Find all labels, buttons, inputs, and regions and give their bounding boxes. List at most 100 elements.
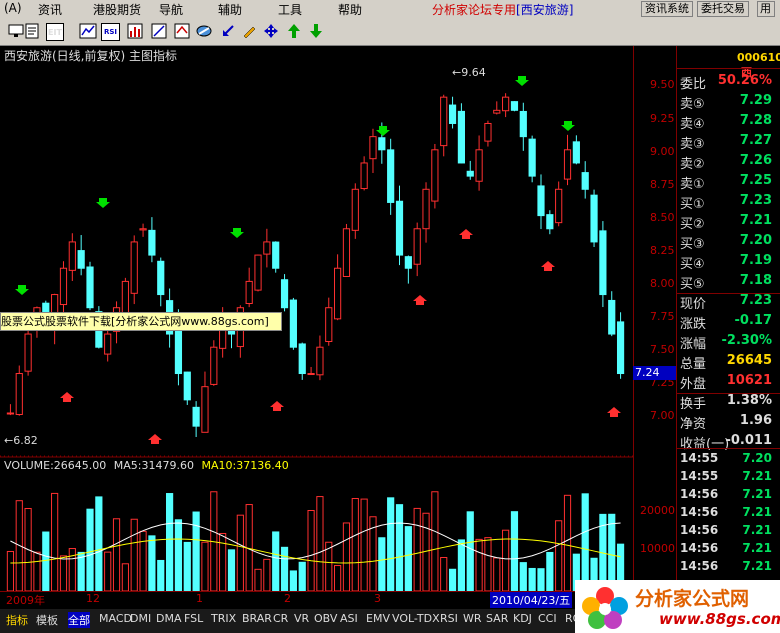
quote-value: 7.28	[739, 113, 772, 128]
current-price-marker: 7.24	[633, 366, 677, 380]
down-arrow-icon[interactable]	[306, 21, 326, 41]
move-icon[interactable]	[261, 21, 281, 41]
tick-time: 14:56	[680, 487, 719, 501]
tab-kdj[interactable]: KDJ	[513, 612, 532, 625]
quote-value: 7.26	[739, 153, 772, 168]
f10-icon[interactable]	[22, 21, 42, 41]
tab-指标[interactable]: 指标	[6, 612, 28, 628]
candle-body	[325, 307, 333, 342]
kline-icon[interactable]	[78, 21, 98, 41]
overflow-button[interactable]: 用	[757, 1, 775, 17]
export-icon[interactable]	[194, 21, 214, 41]
candle-body	[448, 104, 457, 124]
price-tick-label: 8.75	[650, 178, 675, 191]
candle-body	[608, 299, 616, 335]
quote-key: 净资	[680, 417, 707, 432]
down-left-icon[interactable]	[218, 21, 238, 41]
tab-rsi[interactable]: RSI	[440, 612, 458, 625]
tab-wr[interactable]: WR	[463, 612, 482, 625]
menu-item-a[interactable]: (A)	[4, 1, 22, 15]
candle-body	[272, 241, 280, 269]
tab-sar[interactable]: SAR	[486, 612, 508, 625]
quote-key: 买④	[680, 257, 705, 272]
quote-row: 卖⑤ 7.29	[680, 93, 776, 112]
tick-time: 14:56	[680, 559, 719, 573]
tab-macd[interactable]: MACD	[99, 612, 132, 625]
tick-time: 14:56	[680, 505, 719, 519]
volume-bar	[121, 563, 129, 592]
up-arrow-icon[interactable]	[284, 21, 304, 41]
quote-key: 卖⑤	[680, 97, 705, 112]
quote-row: 卖③ 7.27	[680, 133, 776, 152]
info-system-button[interactable]: 资讯系统	[641, 1, 693, 17]
quote-value: 10621	[726, 373, 772, 388]
tab-trix[interactable]: TRIX	[211, 612, 236, 625]
price-tick-label: 7.00	[650, 409, 675, 422]
tab-obv[interactable]: OBV	[314, 612, 337, 625]
quote-value: 7.21	[739, 213, 772, 228]
quote-key: 卖③	[680, 137, 705, 152]
candle-body	[378, 137, 386, 151]
menu-item-help[interactable]: 帮助	[338, 1, 362, 18]
sell-signal-arrow-icon	[515, 76, 529, 86]
tab-fsl[interactable]: FSL	[184, 612, 203, 625]
quote-key: 买①	[680, 197, 705, 212]
divider	[676, 393, 780, 394]
eit-icon[interactable]: EIT	[46, 23, 64, 41]
rsi-icon[interactable]: RSI	[101, 23, 120, 41]
quote-key: 卖①	[680, 177, 705, 192]
volume-bar	[6, 550, 15, 592]
tab-cr[interactable]: CR	[273, 612, 288, 625]
volume-bar	[148, 535, 156, 592]
volume-bar	[510, 511, 519, 592]
date-label: 3	[374, 592, 381, 605]
menu-item-hk-futures[interactable]: 港股期货	[93, 1, 141, 18]
volume-bar	[42, 531, 50, 592]
menu-item-tools[interactable]: 工具	[278, 1, 302, 18]
tab-vol-tdx[interactable]: VOL-TDX	[392, 612, 440, 625]
tab-dma[interactable]: DMA	[156, 612, 182, 625]
tab-dmi[interactable]: DMI	[130, 612, 151, 625]
tab-全部[interactable]: 全部	[68, 612, 90, 628]
quote-row: 涨幅 -2.30%	[680, 333, 776, 352]
candle-body	[395, 200, 404, 256]
scale-icon[interactable]	[149, 21, 169, 41]
volume-bar	[51, 492, 59, 592]
candle-body	[563, 149, 572, 180]
candle-body	[15, 373, 23, 415]
menu-item-navigate[interactable]: 导航	[159, 1, 183, 18]
quote-value: 7.23	[739, 293, 772, 308]
tick-row: 14:55 7.20	[680, 451, 776, 468]
toolbar: EIT RSI	[0, 17, 780, 46]
mirror-icon[interactable]	[172, 21, 192, 41]
pencil-icon[interactable]	[239, 21, 259, 41]
sell-signal-arrow-icon	[15, 285, 29, 295]
quote-key: 买⑤	[680, 277, 705, 292]
menu-item-news[interactable]: 资讯	[38, 1, 62, 18]
tab-brar[interactable]: BRAR	[242, 612, 272, 625]
trade-button[interactable]: 委托交易	[697, 1, 749, 17]
volume-bar	[546, 551, 554, 592]
tab-vr[interactable]: VR	[294, 612, 309, 625]
bar-icon[interactable]	[125, 21, 145, 41]
tab-asi[interactable]: ASI	[340, 612, 358, 625]
tab-cci[interactable]: CCI	[538, 612, 557, 625]
menu-item-assist[interactable]: 辅助	[218, 1, 242, 18]
ad-banner[interactable]: 股票公式股票软件下载[分析家公式网www.88gs.com]	[0, 312, 282, 331]
ma5-label: MA5:31479.60	[113, 459, 194, 472]
quote-key: 买②	[680, 217, 705, 232]
tick-price: 7.21	[742, 469, 772, 483]
quote-value: -0.17	[734, 313, 772, 328]
tick-row: 14:56 7.21	[680, 541, 776, 558]
candle-body	[77, 250, 85, 269]
candle-body	[422, 188, 430, 230]
candle-body	[192, 406, 200, 427]
tab-emv[interactable]: EMV	[366, 612, 390, 625]
quote-value: 7.23	[739, 193, 772, 208]
candle-body	[431, 149, 439, 202]
quote-value: 7.19	[739, 253, 772, 268]
buy-signal-arrow-icon	[541, 261, 555, 271]
tick-row: 14:56 7.21	[680, 559, 776, 576]
candle-body	[457, 110, 466, 164]
tab-模板[interactable]: 模板	[36, 612, 58, 628]
